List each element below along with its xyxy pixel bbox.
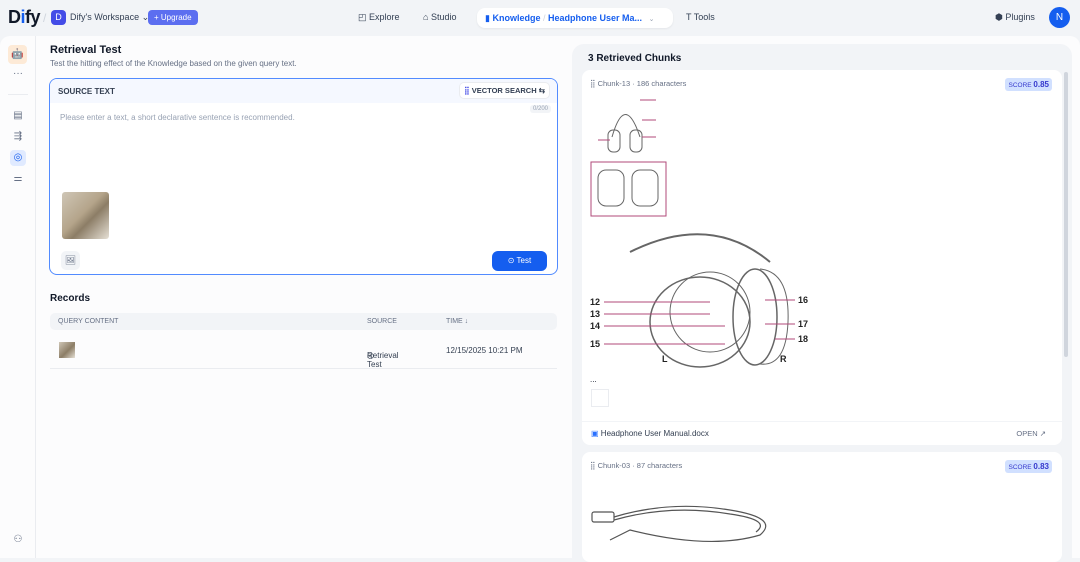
table-row[interactable]: ◎ Retrieval Test 12/15/2025 10:21 PM (50, 333, 557, 369)
top-bar: Dify / D Dify's Workspace ⌄ + Upgrade ◰ … (0, 0, 1080, 36)
svg-text:R: R (780, 354, 787, 364)
more-icon[interactable]: ··· (10, 66, 26, 82)
chunk-card[interactable]: ⣿ Chunk-03 · 87 characters SCORE 0.83 (582, 452, 1062, 562)
score-badge: SCORE 0.85 (1005, 78, 1052, 91)
settings-icon[interactable]: ⚌ (10, 171, 26, 187)
chevron-down-icon: ⌄ (648, 16, 655, 23)
documents-icon[interactable]: ▤ (10, 108, 26, 124)
dataset-selector[interactable]: Headphone User Ma... (548, 13, 642, 23)
source-text-box: SOURCE TEXT ⣿ VECTOR SEARCH ⇆ 0/200 Plea… (49, 78, 558, 275)
nav-plugins[interactable]: ⬢ Plugins (995, 12, 1035, 23)
upgrade-button[interactable]: + Upgrade (148, 10, 198, 25)
tools-icon: T (686, 12, 692, 22)
svg-text:13: 13 (590, 309, 600, 319)
workspace-avatar[interactable]: D (51, 10, 66, 25)
cube-icon: ⬢ (995, 12, 1003, 22)
headphone-diagram: 12 13 14 15 16 17 18 L R (590, 99, 808, 368)
score-badge: SCORE 0.83 (1005, 460, 1052, 473)
records-title: Records (50, 293, 91, 304)
results-panel: 3 Retrieved Chunks ⣿ Chunk-13 · 186 char… (572, 44, 1072, 562)
usb-cable-diagram (591, 505, 767, 543)
query-input[interactable]: Please enter a text, a short declarative… (60, 113, 295, 122)
dataset-icon: 🤖 (8, 45, 27, 64)
settings-sliders-icon: ⇆ (538, 86, 545, 95)
pipeline-icon[interactable]: ⇶ (10, 129, 26, 145)
retrieval-method-button[interactable]: ⣿ VECTOR SEARCH ⇆ (460, 83, 549, 98)
nav-explore[interactable]: ◰ Explore (358, 12, 400, 23)
play-icon: ⊙ (507, 256, 515, 265)
docx-file-icon: ▣ (591, 429, 599, 438)
test-button[interactable]: ⊙ Test (492, 251, 547, 271)
book-icon: ▮ (485, 13, 490, 23)
svg-text:14: 14 (590, 321, 600, 331)
dify-logo[interactable]: Dify (8, 7, 41, 28)
chunk-icon: ⣿ (590, 461, 596, 470)
page-title: Retrieval Test (50, 44, 122, 56)
api-icon[interactable]: ⚇ (10, 532, 26, 548)
scrollbar[interactable] (1064, 72, 1068, 357)
svg-text:12: 12 (590, 297, 600, 307)
nav-knowledge[interactable]: ▮ Knowledge / Headphone User Ma... ⌄ (477, 8, 673, 28)
source-label: SOURCE TEXT (58, 87, 115, 96)
svg-text:17: 17 (798, 319, 808, 329)
user-avatar[interactable]: N (1049, 7, 1070, 28)
svg-text:L: L (662, 354, 668, 364)
nav-tools[interactable]: T Tools (686, 12, 715, 22)
image-upload-icon[interactable]: 🖼 (61, 251, 80, 270)
sort-time[interactable]: TIME ↓ (446, 318, 468, 325)
open-button[interactable]: OPEN ↗ (1016, 429, 1046, 438)
svg-text:18: 18 (798, 334, 808, 344)
vector-icon: ⣿ (464, 86, 470, 95)
svg-text:15: 15 (590, 339, 600, 349)
records-header: QUERY CONTENT SOURCE TIME ↓ (50, 313, 557, 330)
chunk-icon: ⣿ (590, 79, 596, 88)
sidebar: 🤖 ··· ▤ ⇶ ◎ ⚌ ⚇ (0, 36, 36, 558)
char-count: 0/200 (529, 105, 551, 113)
query-image-thumb (59, 342, 75, 358)
chunk-footer: ▣ Headphone User Manual.docx OPEN ↗ (582, 421, 1062, 445)
main-panel: 🤖 ··· ▤ ⇶ ◎ ⚌ ⚇ Retrieval Test Test the … (0, 36, 1080, 562)
workspace-selector[interactable]: Dify's Workspace ⌄ (70, 12, 149, 23)
chunk-card[interactable]: ⣿ Chunk-13 · 186 characters SCORE 0.85 1… (582, 70, 1062, 445)
page-subtitle: Test the hitting effect of the Knowledge… (50, 59, 297, 68)
explore-icon: ◰ (358, 12, 367, 22)
studio-icon: ⌂ (423, 12, 429, 22)
chunk-image-thumb[interactable] (591, 389, 609, 407)
uploaded-image[interactable] (62, 192, 109, 239)
svg-text:16: 16 (798, 295, 808, 305)
retrieval-target-icon[interactable]: ◎ (10, 150, 26, 166)
nav-studio[interactable]: ⌂ Studio (423, 12, 456, 22)
results-title: 3 Retrieved Chunks (588, 53, 682, 64)
file-name: Headphone User Manual.docx (600, 429, 709, 438)
